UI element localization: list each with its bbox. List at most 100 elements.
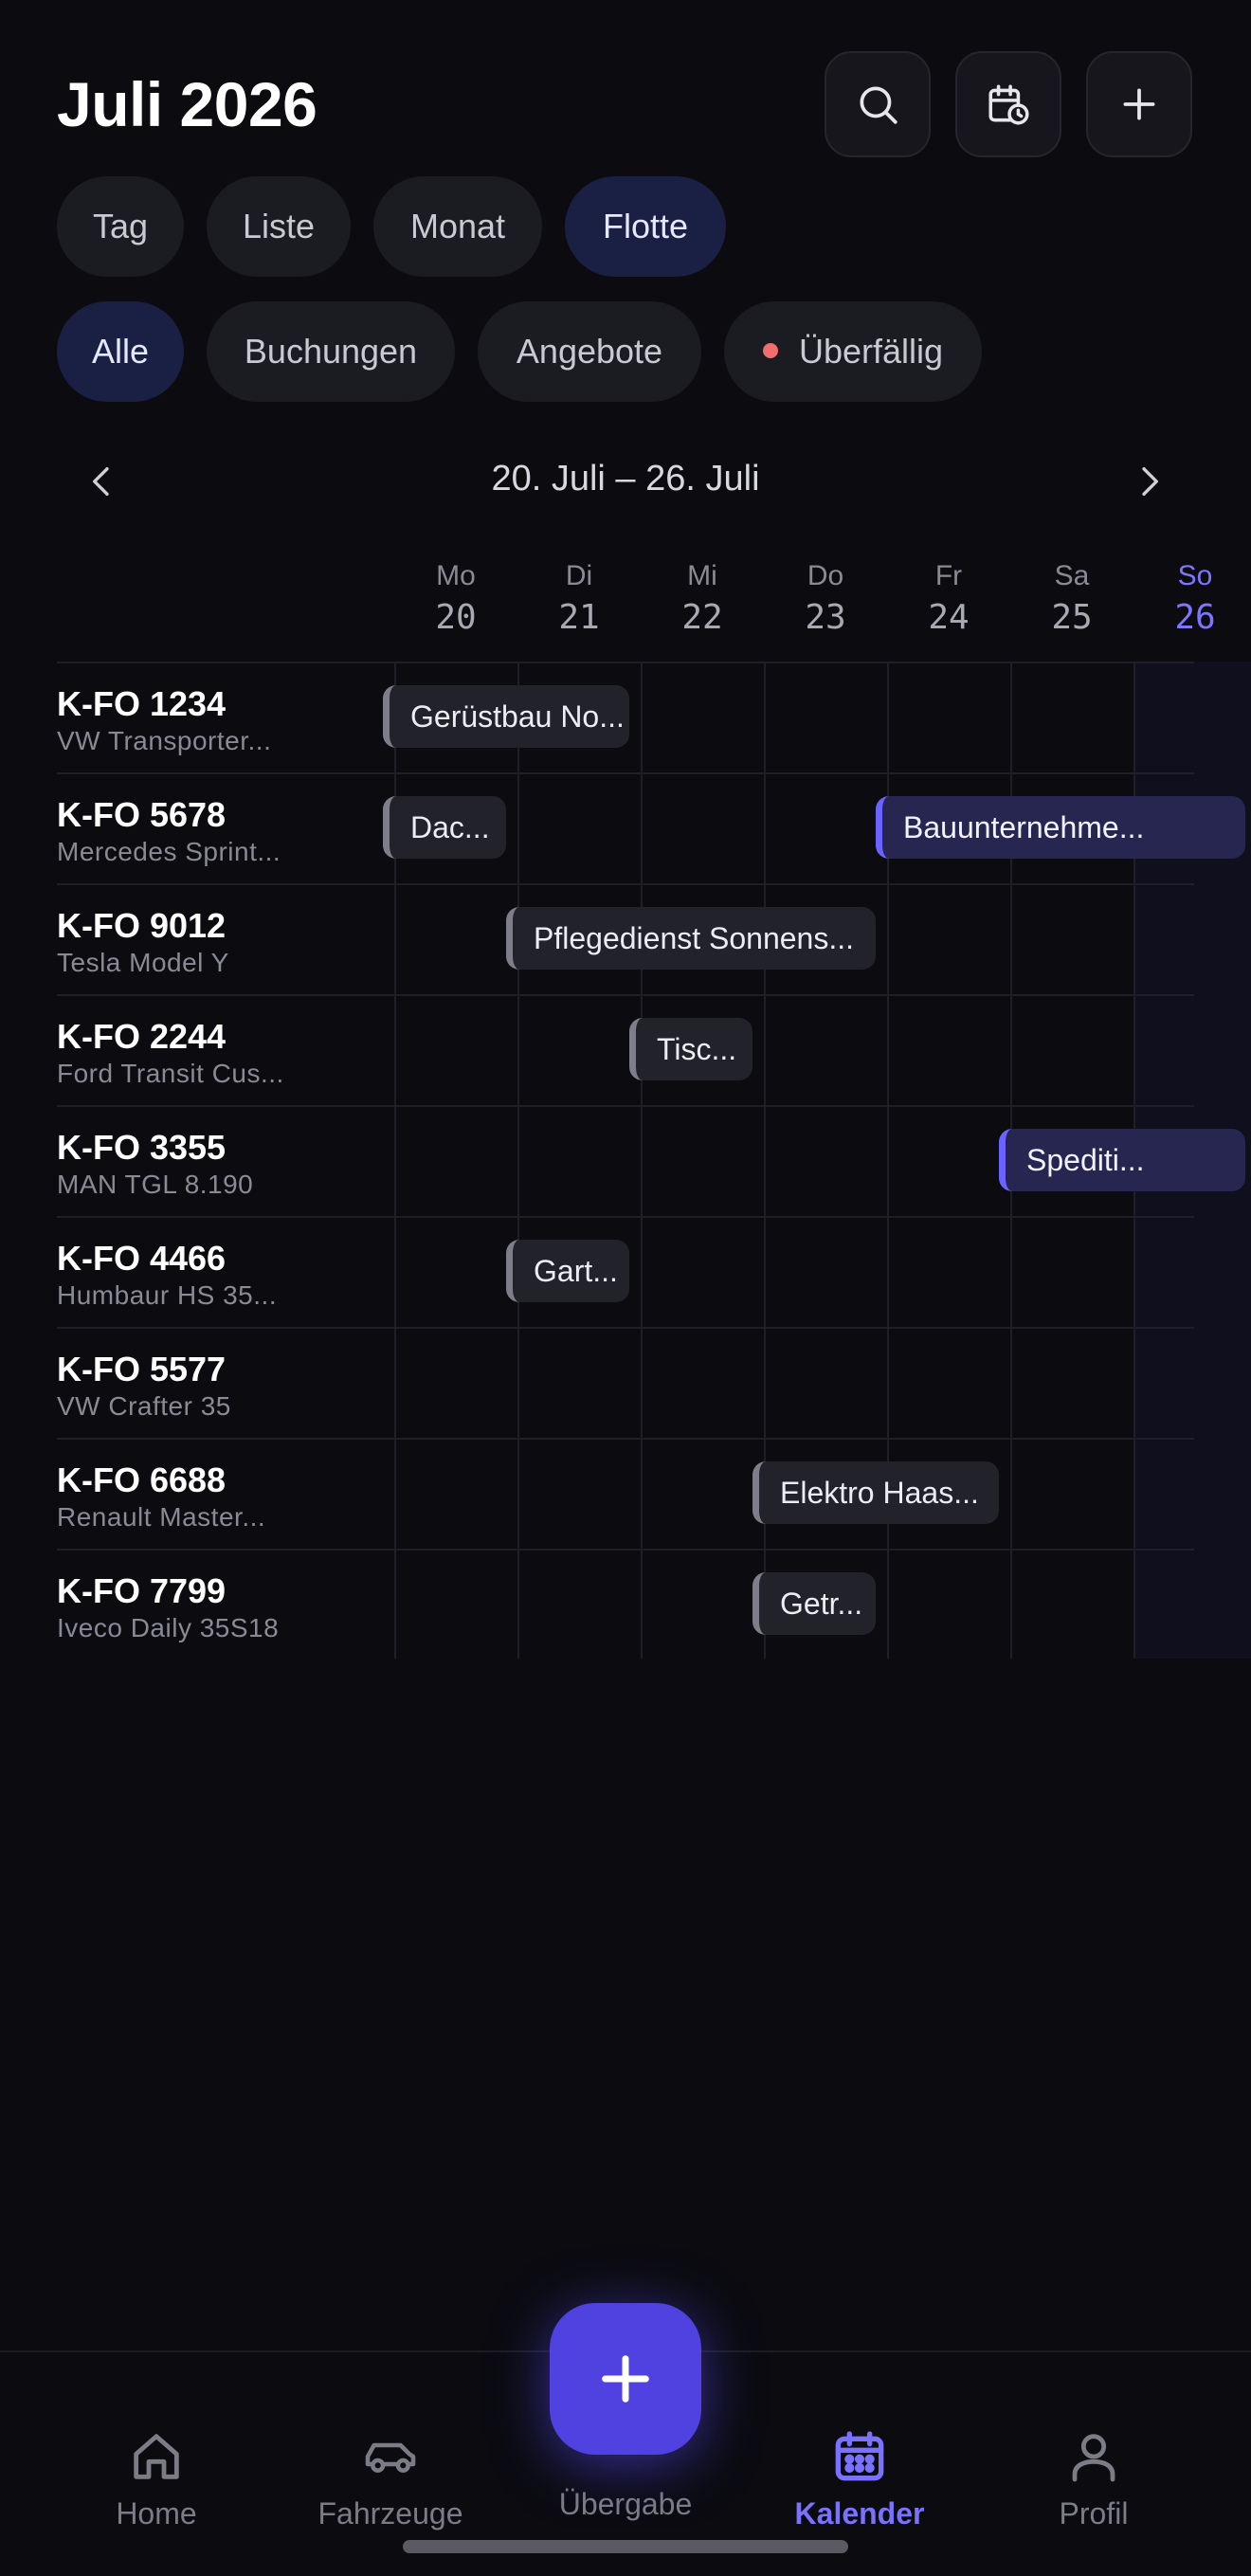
day-number: 20 — [435, 598, 477, 637]
tab-flotte[interactable]: Flotte — [565, 176, 726, 277]
vehicle-row-label[interactable]: K-FO 6688 Renault Master... — [57, 1460, 398, 1534]
calendar-clock-icon — [988, 84, 1029, 125]
booking-block[interactable]: Speditі... — [999, 1129, 1245, 1191]
nav-uebergabe[interactable]: Übergabe — [531, 2485, 720, 2523]
day-of-week: Mi — [687, 560, 717, 591]
tab-tag[interactable]: Tag — [57, 176, 184, 277]
day-header-so[interactable]: So 26 — [1133, 559, 1251, 643]
day-header-fr[interactable]: Fr 24 — [887, 559, 1010, 643]
page-title: Juli 2026 — [57, 69, 317, 139]
vehicle-row-label[interactable]: K-FO 3355 MAN TGL 8.190 — [57, 1128, 398, 1202]
booking-block[interactable]: Getr... — [752, 1572, 876, 1635]
vehicle-model: VW Transporter... — [57, 726, 272, 755]
add-button[interactable] — [1086, 51, 1192, 157]
filter-ueberfaellig-label: Überfällig — [798, 332, 944, 371]
day-number: 23 — [805, 598, 846, 637]
booking-block[interactable]: Gart... — [506, 1240, 629, 1302]
booking-block[interactable]: Dac... — [383, 796, 506, 859]
vehicle-model: Mercedes Sprint... — [57, 837, 281, 866]
license-plate: K-FO 2244 — [57, 1017, 227, 1056]
day-divider — [517, 662, 519, 1659]
day-header-sa[interactable]: Sa 25 — [1010, 559, 1133, 643]
vehicle-row-label[interactable]: K-FO 4466 Humbaur HS 35... — [57, 1239, 398, 1313]
row-divider — [57, 1438, 1194, 1440]
booking-block[interactable]: Elektro Haas... — [752, 1461, 999, 1524]
filter-ueberfaellig[interactable]: Überfällig — [724, 301, 982, 402]
vehicle-row-label[interactable]: K-FO 7799 Iveco Daily 35S18 — [57, 1571, 398, 1645]
row-divider — [57, 662, 1194, 663]
nav-profil[interactable]: Profil — [999, 2426, 1188, 2532]
tab-monat[interactable]: Monat — [373, 176, 542, 277]
vehicle-row-label[interactable]: K-FO 2244 Ford Transit Cus... — [57, 1017, 398, 1091]
booking-block[interactable]: Pflegedienst Sonnens... — [506, 907, 876, 970]
vehicle-row-label[interactable]: K-FO 5678 Mercedes Sprint... — [57, 795, 398, 869]
week-range-label: 20. Juli – 26. Juli — [491, 459, 760, 499]
row-divider — [57, 1216, 1194, 1218]
row-divider — [57, 883, 1194, 885]
fleet-calendar-screen: Juli 2026 Tag Liste Monat Flotte Alle Bu… — [0, 0, 1251, 2576]
day-number: 21 — [558, 598, 600, 637]
vehicle-row-label[interactable]: K-FO 9012 Tesla Model Y — [57, 906, 398, 980]
user-icon — [1072, 2434, 1115, 2482]
filter-alle[interactable]: Alle — [57, 301, 184, 402]
nav-uebergabe-label: Übergabe — [558, 2487, 693, 2521]
day-of-week: Mo — [436, 560, 476, 591]
schedule-button[interactable] — [955, 51, 1061, 157]
booking-block[interactable]: Bauunternehme... — [876, 796, 1245, 859]
car-icon — [365, 2442, 416, 2473]
license-plate: K-FO 5577 — [57, 1350, 227, 1388]
calendar-icon — [835, 2431, 884, 2481]
row-divider — [57, 1327, 1194, 1329]
handover-fab-button[interactable] — [550, 2303, 701, 2455]
day-number: 22 — [681, 598, 723, 637]
vehicle-row-label[interactable]: K-FO 5577 VW Crafter 35 — [57, 1350, 398, 1424]
tab-liste[interactable]: Liste — [207, 176, 351, 277]
search-icon — [860, 86, 897, 124]
license-plate: K-FO 7799 — [57, 1571, 227, 1610]
day-of-week: So — [1177, 560, 1213, 591]
row-divider — [57, 772, 1194, 774]
day-of-week: Sa — [1054, 560, 1090, 591]
nav-fahrzeuge-label: Fahrzeuge — [317, 2496, 463, 2531]
nav-kalender[interactable]: Kalender — [765, 2426, 954, 2532]
license-plate: K-FO 1234 — [57, 684, 227, 723]
home-indicator — [403, 2540, 848, 2553]
day-header-mo[interactable]: Mo 20 — [394, 559, 517, 643]
nav-home[interactable]: Home — [62, 2426, 251, 2532]
vehicle-model: Iveco Daily 35S18 — [57, 1613, 280, 1642]
nav-kalender-label: Kalender — [794, 2496, 925, 2531]
day-header-di[interactable]: Di 21 — [517, 559, 641, 643]
filter-angebote[interactable]: Angebote — [478, 301, 701, 402]
fleet-grid: K-FO 1234 VW Transporter... Gerüstbau No..… — [57, 662, 1251, 1659]
vehicle-model: MAN TGL 8.190 — [57, 1170, 254, 1199]
filter-buchungen[interactable]: Buchungen — [207, 301, 455, 402]
license-plate: K-FO 6688 — [57, 1460, 227, 1499]
nav-home-label: Home — [116, 2496, 197, 2531]
license-plate: K-FO 4466 — [57, 1239, 227, 1278]
vehicle-model: Ford Transit Cus... — [57, 1059, 284, 1088]
day-header-do[interactable]: Do 23 — [764, 559, 887, 643]
day-of-week: Di — [565, 560, 593, 591]
row-divider — [57, 1105, 1194, 1107]
vehicle-model: Tesla Model Y — [57, 948, 229, 977]
vehicle-model: Humbaur HS 35... — [57, 1280, 278, 1310]
booking-block[interactable]: Gerüstbau No... — [383, 685, 629, 748]
day-number: 24 — [928, 598, 970, 637]
nav-profil-label: Profil — [1059, 2496, 1129, 2531]
home-icon — [134, 2434, 179, 2479]
search-button[interactable] — [825, 51, 931, 157]
row-divider — [57, 1549, 1194, 1551]
nav-fahrzeuge[interactable]: Fahrzeuge — [296, 2426, 485, 2532]
day-header-mi[interactable]: Mi 22 — [641, 559, 764, 643]
license-plate: K-FO 9012 — [57, 906, 227, 945]
license-plate: K-FO 3355 — [57, 1128, 227, 1167]
vehicle-model: VW Crafter 35 — [57, 1391, 231, 1421]
vehicle-row-label[interactable]: K-FO 1234 VW Transporter... — [57, 684, 398, 758]
overdue-dot-icon — [762, 343, 778, 359]
next-week-button[interactable] — [1120, 453, 1177, 510]
vehicle-model: Renault Master... — [57, 1502, 266, 1532]
day-divider — [641, 662, 643, 1659]
booking-block[interactable]: Tisc... — [629, 1018, 752, 1080]
row-divider — [57, 994, 1194, 996]
day-of-week: Do — [807, 560, 844, 591]
